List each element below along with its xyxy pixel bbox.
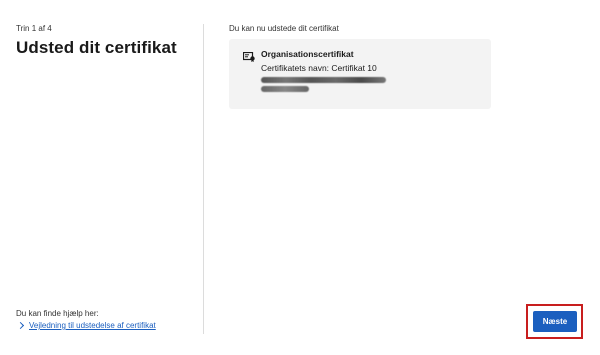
redacted-field-short xyxy=(261,86,309,92)
page: Trin 1 af 4 Udsted dit certifikat Du kan… xyxy=(0,0,600,355)
chevron-right-icon xyxy=(16,321,25,330)
next-button[interactable]: Næste xyxy=(533,311,577,332)
certificate-icon xyxy=(242,49,255,62)
certificate-card: Organisationscertifikat Certifikatets na… xyxy=(229,39,491,109)
redacted-field xyxy=(261,77,386,83)
vertical-divider xyxy=(203,24,204,334)
guide-link-label[interactable]: Vejledning til udstedelse af certifikat xyxy=(29,321,156,330)
help-text: Du kan finde hjælp her: xyxy=(16,309,99,318)
page-title: Udsted dit certifikat xyxy=(16,38,177,57)
step-indicator: Trin 1 af 4 xyxy=(16,24,52,33)
certificate-header: Organisationscertifikat xyxy=(242,49,477,62)
certificate-type: Organisationscertifikat xyxy=(261,49,354,59)
main-panel: Du kan nu udstede dit certifikat Organis… xyxy=(229,24,491,109)
help-section: Du kan finde hjælp her: Vejledning til u… xyxy=(16,309,201,330)
left-panel: Trin 1 af 4 Udsted dit certifikat xyxy=(16,24,191,58)
intro-text: Du kan nu udstede dit certifikat xyxy=(229,24,339,33)
certificate-name: Certifikatets navn: Certifikat 10 xyxy=(261,63,377,73)
guide-link[interactable]: Vejledning til udstedelse af certifikat xyxy=(16,321,201,330)
